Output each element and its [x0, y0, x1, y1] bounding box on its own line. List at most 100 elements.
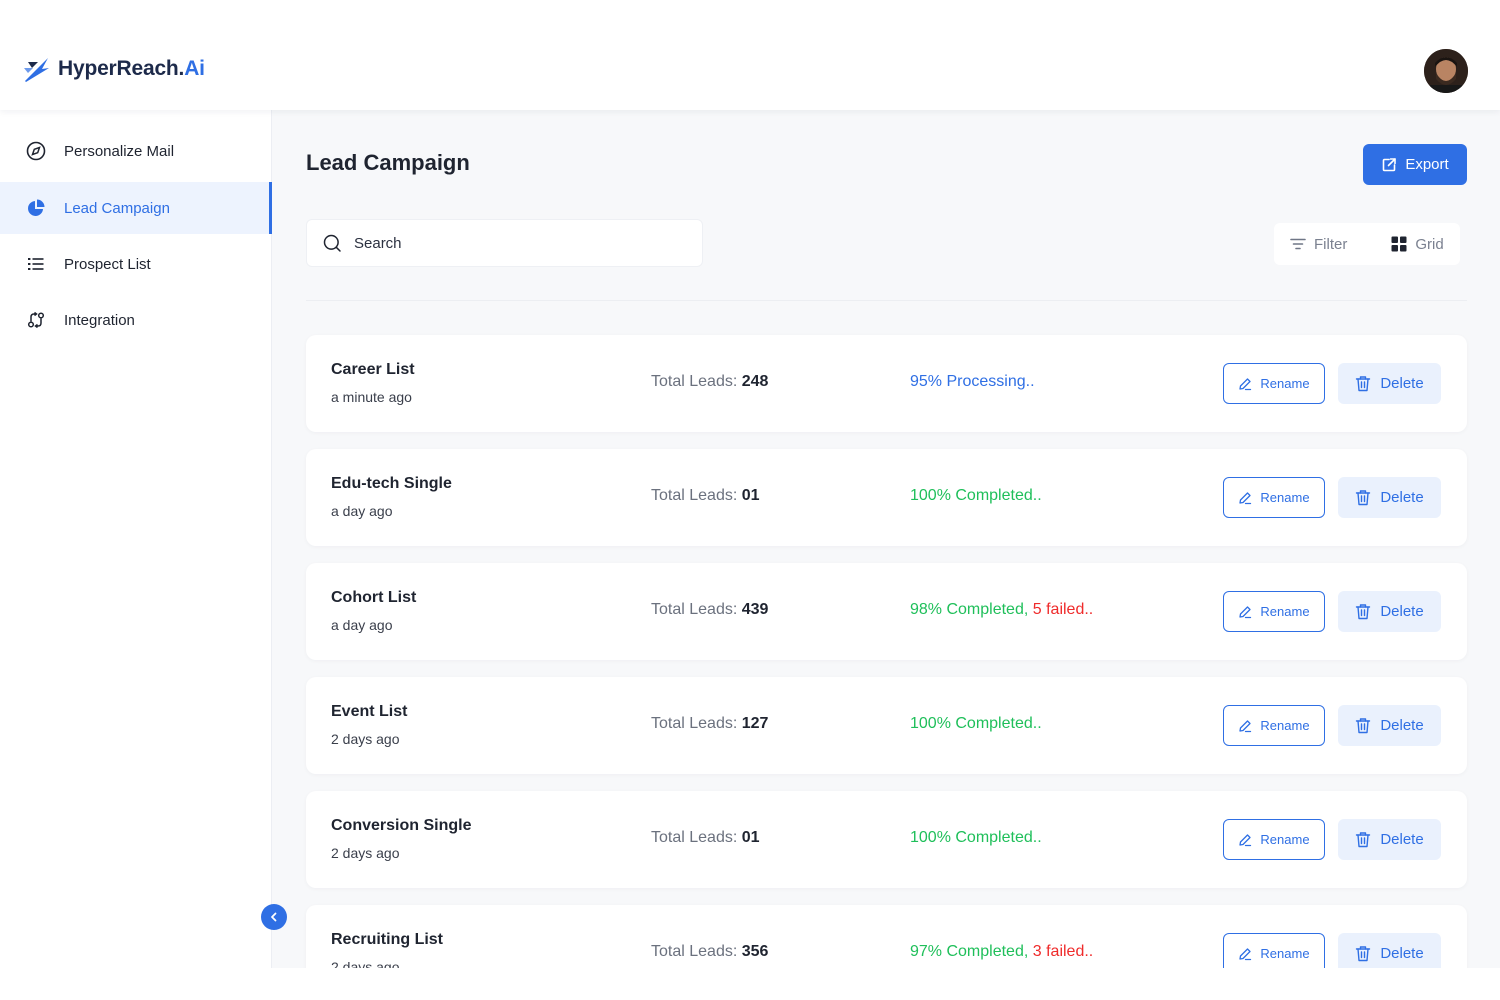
total-leads-label: Total Leads: — [651, 943, 738, 960]
logo-icon — [24, 58, 49, 82]
campaign-status: 100% Completed.. — [910, 829, 1042, 847]
app-logo[interactable]: HyperReach.Ai — [22, 54, 205, 84]
grid-icon — [1391, 236, 1407, 252]
pencil-icon — [1239, 377, 1252, 390]
delete-button[interactable]: Delete — [1338, 363, 1441, 404]
delete-label: Delete — [1380, 489, 1424, 506]
total-leads-label: Total Leads: — [651, 601, 738, 618]
filter-button[interactable]: Filter — [1290, 236, 1347, 253]
total-leads: Total Leads: 127 — [651, 715, 768, 733]
logo-text: HyperReach.Ai — [58, 57, 205, 80]
trash-icon — [1356, 718, 1371, 734]
trash-icon — [1356, 832, 1371, 848]
sidebar: Personalize Mail Lead Campaign Prospect … — [0, 110, 272, 968]
status-text: 100% Completed.. — [910, 487, 1042, 504]
rename-label: Rename — [1260, 832, 1310, 847]
rename-button[interactable]: Rename — [1223, 705, 1325, 746]
pie-chart-icon — [26, 198, 46, 218]
total-leads-value: 439 — [741, 601, 769, 618]
campaign-name: Cohort List — [331, 589, 417, 606]
delete-label: Delete — [1380, 945, 1424, 962]
search-box[interactable] — [306, 219, 703, 267]
campaign-name: Event List — [331, 703, 408, 720]
failed-count: 5 failed.. — [1032, 601, 1094, 618]
filter-label: Filter — [1314, 235, 1348, 253]
delete-button[interactable]: Delete — [1338, 477, 1441, 518]
trash-icon — [1356, 490, 1371, 506]
export-button[interactable]: Export — [1363, 144, 1467, 185]
total-leads: Total Leads: 248 — [651, 373, 768, 391]
delete-button[interactable]: Delete — [1338, 933, 1441, 968]
delete-button[interactable]: Delete — [1338, 819, 1441, 860]
total-leads-label: Total Leads: — [651, 487, 738, 504]
sidebar-item-label: Lead Campaign — [64, 199, 170, 217]
rename-button[interactable]: Rename — [1223, 819, 1325, 860]
failed-count: 3 failed.. — [1032, 943, 1094, 960]
total-leads: Total Leads: 01 — [651, 829, 760, 847]
trash-icon — [1356, 604, 1371, 620]
campaign-timestamp: 2 days ago — [331, 845, 400, 861]
rename-label: Rename — [1260, 718, 1310, 733]
campaign-status: 98% Completed, 5 failed.. — [910, 601, 1093, 619]
view-controls: Filter Grid — [1274, 223, 1460, 265]
total-leads-value: 01 — [741, 829, 760, 846]
trash-icon — [1356, 376, 1371, 392]
sidebar-item-lead-campaign[interactable]: Lead Campaign — [0, 182, 272, 234]
total-leads-value: 248 — [741, 373, 769, 390]
rename-label: Rename — [1260, 376, 1310, 391]
top-bar: HyperReach.Ai — [0, 0, 1500, 110]
delete-label: Delete — [1380, 375, 1424, 392]
campaign-row[interactable]: Career List a minute ago Total Leads: 248 9… — [306, 335, 1467, 432]
sidebar-item-label: Prospect List — [64, 255, 151, 273]
rename-label: Rename — [1260, 490, 1310, 505]
list-icon — [26, 254, 46, 274]
rename-label: Rename — [1260, 604, 1310, 619]
search-icon — [323, 234, 341, 252]
total-leads: Total Leads: 01 — [651, 487, 760, 505]
delete-button[interactable]: Delete — [1338, 591, 1441, 632]
campaign-status: 100% Completed.. — [910, 715, 1042, 733]
campaign-name: Edu-tech Single — [331, 475, 452, 492]
campaign-row[interactable]: Conversion Single 2 days ago Total Leads: … — [306, 791, 1467, 888]
campaign-status: 97% Completed, 3 failed.. — [910, 943, 1093, 961]
rename-button[interactable]: Rename — [1223, 933, 1325, 968]
status-text: 100% Completed.. — [910, 829, 1042, 846]
campaign-row[interactable]: Edu-tech Single a day ago Total Leads: 01 1… — [306, 449, 1467, 546]
rename-button[interactable]: Rename — [1223, 591, 1325, 632]
delete-button[interactable]: Delete — [1338, 705, 1441, 746]
bottom-margin — [0, 968, 1500, 1000]
divider — [306, 300, 1467, 301]
sidebar-collapse-button[interactable] — [261, 904, 287, 930]
sidebar-item-integration[interactable]: Integration — [0, 294, 272, 346]
campaign-row[interactable]: Recruiting List 2 days ago Total Leads: 35… — [306, 905, 1467, 968]
sidebar-item-label: Personalize Mail — [64, 142, 175, 160]
campaign-timestamp: 2 days ago — [331, 959, 400, 968]
sidebar-item-personalize-mail[interactable]: Personalize Mail — [0, 125, 272, 177]
grid-view-button[interactable]: Grid — [1391, 235, 1444, 253]
pencil-icon — [1239, 719, 1252, 732]
sidebar-item-prospect-list[interactable]: Prospect List — [0, 238, 272, 290]
pencil-icon — [1239, 491, 1252, 504]
campaign-row[interactable]: Cohort List a day ago Total Leads: 439 98% … — [306, 563, 1467, 660]
delete-label: Delete — [1380, 603, 1424, 620]
campaign-name: Career List — [331, 361, 415, 378]
rename-button[interactable]: Rename — [1223, 477, 1325, 518]
trash-icon — [1356, 946, 1371, 962]
status-text: 100% Completed.. — [910, 715, 1042, 732]
status-text: 97% Completed, — [910, 943, 1029, 960]
total-leads: Total Leads: 439 — [651, 601, 768, 619]
external-link-icon — [1383, 157, 1397, 171]
export-label: Export — [1405, 156, 1449, 173]
campaign-row[interactable]: Event List 2 days ago Total Leads: 127 100%… — [306, 677, 1467, 774]
campaign-timestamp: a minute ago — [331, 389, 412, 405]
grid-label: Grid — [1415, 235, 1444, 253]
campaign-timestamp: 2 days ago — [331, 731, 400, 747]
rename-button[interactable]: Rename — [1223, 363, 1325, 404]
avatar[interactable] — [1424, 49, 1468, 93]
status-text: 95% Processing.. — [910, 373, 1035, 390]
chevron-left-icon — [271, 912, 277, 922]
status-text: 98% Completed, — [910, 601, 1029, 618]
total-leads-value: 356 — [741, 943, 769, 960]
search-input[interactable] — [354, 234, 674, 252]
sidebar-item-label: Integration — [64, 311, 135, 329]
